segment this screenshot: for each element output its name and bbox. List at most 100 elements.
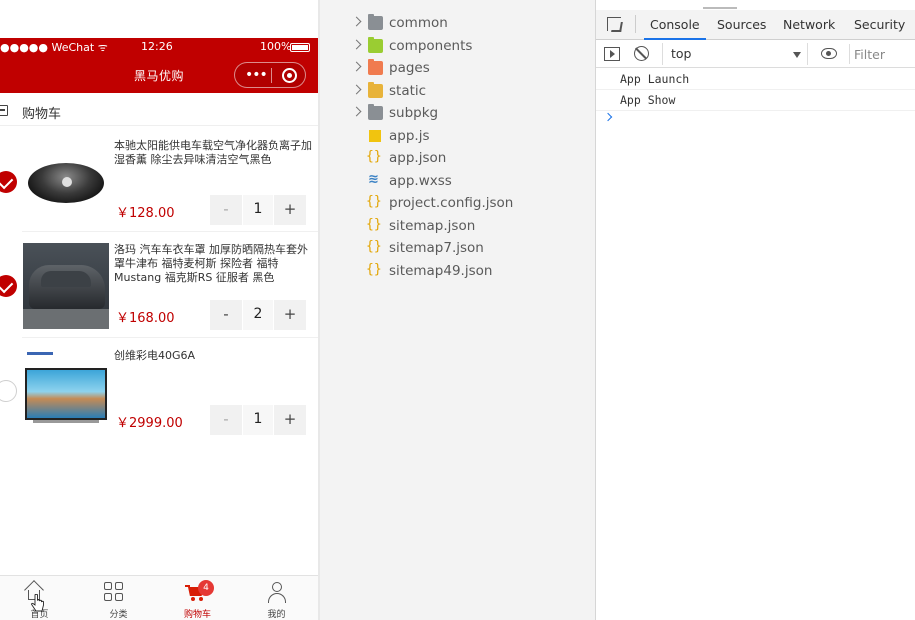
image-shape xyxy=(25,368,107,420)
show-sidebar-icon[interactable] xyxy=(604,47,620,61)
image-shape xyxy=(23,309,109,329)
product-image-car-cover[interactable] xyxy=(23,243,109,329)
cart-header: 购物车 xyxy=(0,98,318,126)
tab-label: 分类 xyxy=(109,610,128,620)
tree-file-sitemap[interactable]: {} sitemap.json xyxy=(331,217,595,239)
tree-folder-components[interactable]: components xyxy=(331,37,595,59)
simulator-top-strip xyxy=(0,0,320,38)
devtools-panel: Console Sources Network Security top App… xyxy=(595,0,915,620)
increase-button[interactable]: + xyxy=(274,405,306,435)
context-value: top xyxy=(671,46,692,61)
increase-button[interactable]: + xyxy=(274,195,306,225)
cart-header-label: 购物车 xyxy=(22,107,62,122)
close-target-icon[interactable] xyxy=(282,68,297,83)
tab-security[interactable]: Security xyxy=(854,17,905,32)
clear-console-icon[interactable] xyxy=(634,46,649,61)
tree-item-label: sitemap49.json xyxy=(389,263,493,279)
tree-file-app-js[interactable]: app.js xyxy=(331,127,595,149)
quantity-stepper: - 2 + xyxy=(210,300,306,330)
tree-file-app-json[interactable]: {} app.json xyxy=(331,149,595,171)
tree-folder-static[interactable]: static xyxy=(331,82,595,104)
tree-item-label: pages xyxy=(389,60,430,76)
chevron-right-icon[interactable] xyxy=(351,84,362,95)
quantity-value[interactable]: 1 xyxy=(243,405,273,435)
decrease-button[interactable]: - xyxy=(210,405,242,435)
cart-item: 洛玛 汽车车衣车罩 加厚防晒隔热车套外罩牛津布 福特麦柯斯 探险者 福特Must… xyxy=(0,232,318,338)
image-shape xyxy=(28,163,104,203)
product-price: ￥2999.00 xyxy=(116,416,183,431)
tree-item-label: app.wxss xyxy=(389,173,452,189)
capsule-divider xyxy=(271,68,272,83)
status-time: 12:26 xyxy=(141,40,173,53)
tree-file-project-config[interactable]: {} project.config.json xyxy=(331,194,595,216)
carrier-label: ●●●●● WeChat ᯤ xyxy=(0,41,108,54)
tab-console[interactable]: Console xyxy=(644,17,706,40)
wifi-icon: ᯤ xyxy=(97,41,108,54)
image-shape xyxy=(33,420,99,423)
chevron-right-icon[interactable] xyxy=(351,16,362,27)
tree-item-label: app.json xyxy=(389,150,447,166)
mini-program-capsule[interactable]: ••• xyxy=(234,62,306,88)
quantity-stepper: - 1 + xyxy=(210,195,306,225)
console-message-text: App Show xyxy=(620,93,676,107)
tree-item-label: static xyxy=(389,83,427,99)
product-image-tv[interactable] xyxy=(23,348,109,434)
tab-sources[interactable]: Sources xyxy=(717,17,766,32)
tree-folder-pages[interactable]: pages xyxy=(331,59,595,81)
folder-icon xyxy=(368,37,383,53)
battery-icon xyxy=(290,43,310,52)
decrease-button[interactable]: - xyxy=(210,195,242,225)
filter-input[interactable] xyxy=(854,45,914,63)
console-message: App Show xyxy=(596,90,915,111)
tab-label: 购物车 xyxy=(183,610,211,620)
phone-simulator: ●●●●● WeChat ᯤ 12:26 100% 黑马优购 ••• 购物车 本… xyxy=(0,0,320,620)
item-checkbox[interactable] xyxy=(0,380,17,402)
tree-file-sitemap7[interactable]: {} sitemap7.json xyxy=(331,239,595,261)
product-price: ￥168.00 xyxy=(116,311,175,326)
user-icon xyxy=(267,581,287,603)
quantity-value[interactable]: 1 xyxy=(243,195,273,225)
tree-item-label: app.js xyxy=(389,128,430,144)
product-price: ￥128.00 xyxy=(116,206,175,221)
live-expression-eye-icon[interactable] xyxy=(821,48,837,59)
json-file-icon: {} xyxy=(366,262,382,277)
cart-item: 本驰太阳能供电车载空气净化器负离子加湿香薰 除尘去异味清洁空气黑色 ￥128.0… xyxy=(0,127,318,232)
tab-indicator xyxy=(703,7,737,9)
context-select[interactable]: top xyxy=(662,43,808,65)
product-image-purifier[interactable] xyxy=(23,139,109,225)
more-dots-icon[interactable]: ••• xyxy=(245,67,268,83)
tree-folder-common[interactable]: common xyxy=(331,14,595,36)
cart-badge: 4 xyxy=(198,580,214,596)
quantity-value[interactable]: 2 xyxy=(243,300,273,330)
product-title[interactable]: 本驰太阳能供电车载空气净化器负离子加湿香薰 除尘去异味清洁空气黑色 xyxy=(114,139,314,167)
item-checkbox[interactable] xyxy=(0,171,17,193)
folder-icon xyxy=(368,104,383,120)
product-title[interactable]: 创维彩电40G6A xyxy=(114,349,314,363)
folder-icon xyxy=(368,59,383,75)
tree-item-label: sitemap.json xyxy=(389,218,476,234)
tree-item-label: subpkg xyxy=(389,105,439,121)
folder-icon xyxy=(368,82,383,98)
tree-file-sitemap49[interactable]: {} sitemap49.json xyxy=(331,262,595,284)
tree-folder-subpkg[interactable]: subpkg xyxy=(331,104,595,126)
console-message-text: App Launch xyxy=(620,72,690,86)
chevron-right-icon[interactable] xyxy=(351,39,362,50)
tree-file-app-wxss[interactable]: ≋ app.wxss xyxy=(331,172,595,194)
tab-network[interactable]: Network xyxy=(783,17,835,32)
battery-percent: 100% xyxy=(260,40,292,53)
product-title[interactable]: 洛玛 汽车车衣车罩 加厚防晒隔热车套外罩牛津布 福特麦柯斯 探险者 福特Must… xyxy=(114,243,314,285)
json-file-icon: {} xyxy=(366,239,382,254)
devtools-tab-strip: Console Sources Network Security xyxy=(596,7,915,40)
toolbar-divider xyxy=(849,44,850,64)
js-file-icon xyxy=(369,130,381,142)
decrease-button[interactable]: - xyxy=(210,300,242,330)
item-checkbox[interactable] xyxy=(0,275,17,297)
chevron-right-icon[interactable] xyxy=(351,61,362,72)
image-shape xyxy=(27,352,53,355)
increase-button[interactable]: + xyxy=(274,300,306,330)
dropdown-arrow-icon xyxy=(793,52,801,58)
inspect-element-icon[interactable] xyxy=(607,17,621,31)
folder-icon xyxy=(368,14,383,30)
console-prompt-icon[interactable] xyxy=(603,112,613,122)
chevron-right-icon[interactable] xyxy=(351,106,362,117)
